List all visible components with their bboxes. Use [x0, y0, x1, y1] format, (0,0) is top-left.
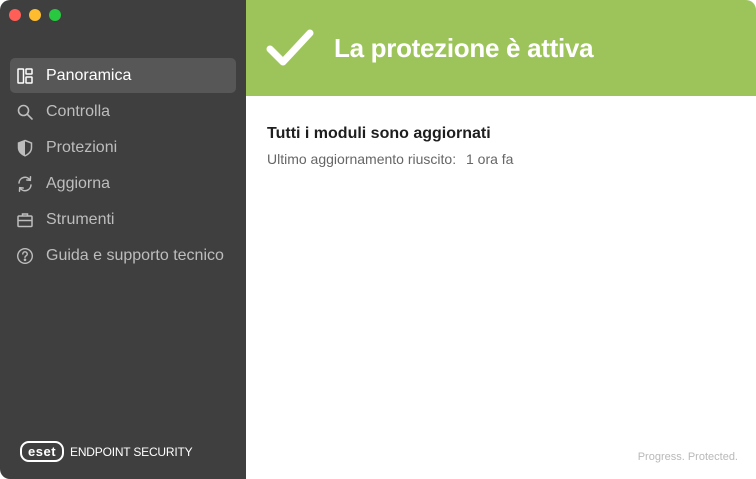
- maximize-window-button[interactable]: [49, 9, 61, 21]
- protection-status-banner: La protezione è attiva: [246, 0, 756, 96]
- help-icon: [16, 247, 34, 265]
- shield-icon: [16, 139, 34, 157]
- sidebar-item-label: Controlla: [46, 102, 111, 120]
- eset-logo: eset: [20, 441, 65, 462]
- checkmark-icon: [266, 28, 314, 68]
- last-update-value: 1 ora fa: [465, 151, 514, 167]
- briefcase-icon: [16, 211, 34, 229]
- search-icon: [16, 103, 34, 121]
- sidebar-item-label: Panoramica: [46, 66, 132, 84]
- sidebar-item-strumenti[interactable]: Strumenti: [10, 202, 236, 237]
- modules-status-heading: Tutti i moduli sono aggiornati: [267, 125, 491, 142]
- sidebar-item-controlla[interactable]: Controlla: [10, 94, 236, 129]
- sidebar: Panoramica Controlla Protezioni Aggiorna…: [0, 0, 246, 479]
- sidebar-item-label: Guida e supporto tecnico: [46, 246, 224, 264]
- sidebar-item-aggiorna[interactable]: Aggiorna: [10, 166, 236, 201]
- sidebar-item-guida[interactable]: Guida e supporto tecnico: [10, 238, 236, 273]
- sidebar-item-label: Aggiorna: [46, 174, 111, 192]
- last-update-label: Ultimo aggiornamento riuscito:: [267, 151, 457, 167]
- overview-icon: [16, 67, 34, 85]
- protection-status-title: La protezione è attiva: [334, 32, 594, 63]
- status-content: Tutti i moduli sono aggiornati Ultimo ag…: [246, 96, 756, 196]
- tagline: Progress. Protected.: [637, 451, 738, 463]
- refresh-icon: [16, 175, 34, 193]
- product-name: ENDPOINT SECURITY: [70, 444, 193, 459]
- sidebar-item-protezioni[interactable]: Protezioni: [10, 130, 236, 165]
- brand: eset ENDPOINT SECURITY: [20, 441, 193, 462]
- sidebar-item-label: Strumenti: [46, 210, 115, 228]
- sidebar-item-label: Protezioni: [46, 138, 118, 156]
- app-window: Panoramica Controlla Protezioni Aggiorna…: [0, 0, 756, 479]
- sidebar-nav: Panoramica Controlla Protezioni Aggiorna…: [10, 58, 236, 274]
- last-update-line: Ultimo aggiornamento riuscito: 1 ora fa: [267, 151, 735, 167]
- minimize-window-button[interactable]: [29, 9, 41, 21]
- close-window-button[interactable]: [9, 9, 21, 21]
- sidebar-item-panoramica[interactable]: Panoramica: [10, 58, 236, 93]
- window-controls: [9, 9, 61, 21]
- main-panel: La protezione è attiva Tutti i moduli so…: [246, 0, 756, 479]
